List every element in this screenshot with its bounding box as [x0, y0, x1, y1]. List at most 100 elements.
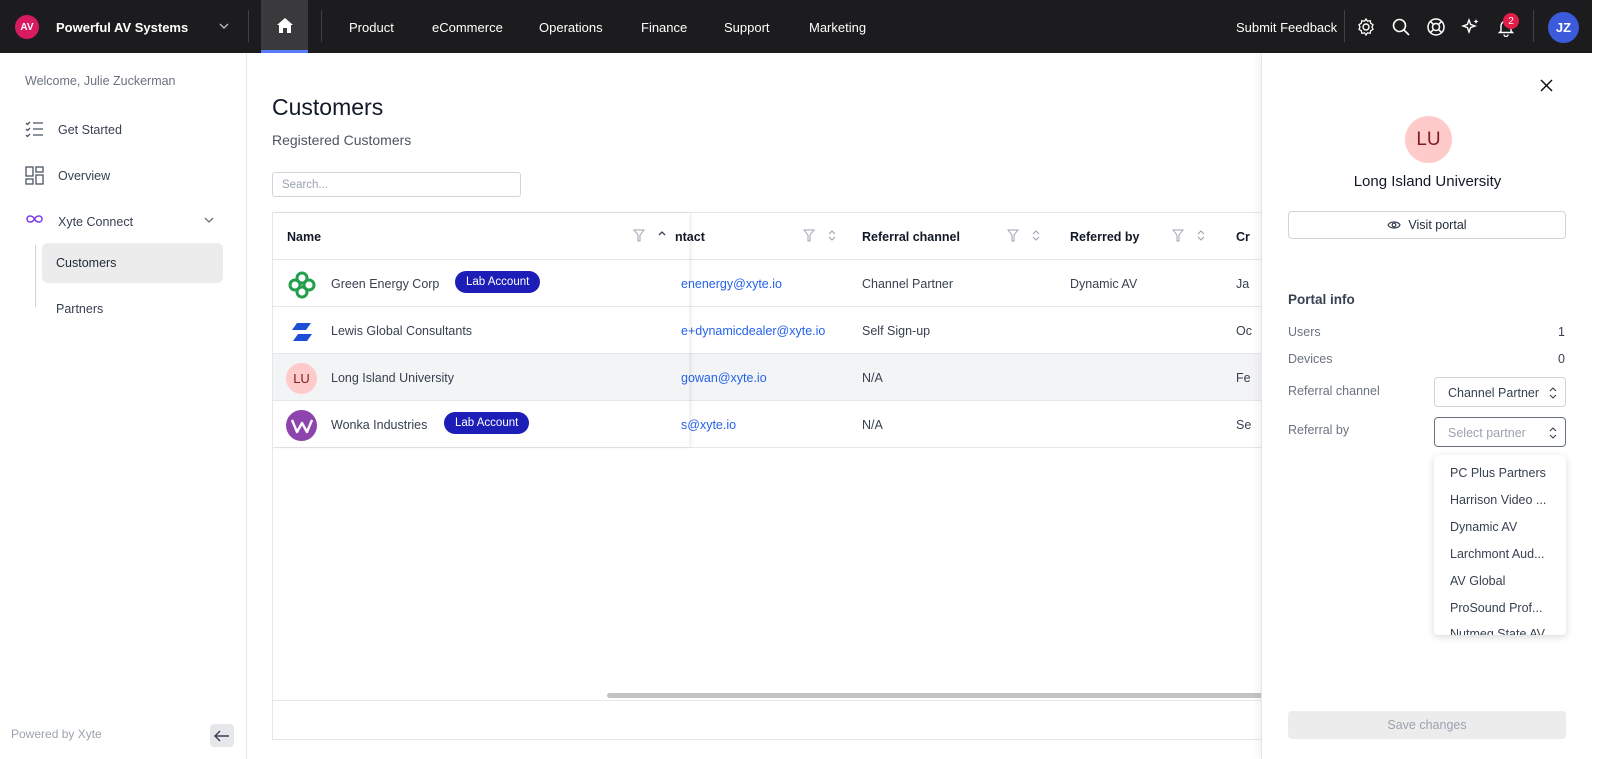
table-row[interactable]: Lewis Global Consultants e+dynamicdealer…: [273, 307, 1263, 354]
search-input[interactable]: Search...: [272, 172, 521, 197]
arrow-left-icon: [214, 730, 229, 741]
partner-option[interactable]: ProSound Prof...: [1450, 601, 1554, 615]
sidebar: Welcome, Julie Zuckerman Get Started Ove…: [0, 53, 247, 759]
filter-icon[interactable]: [1007, 229, 1019, 242]
customer-name[interactable]: Long Island University: [331, 371, 454, 385]
lab-account-badge: Lab Account: [455, 271, 541, 293]
search-icon[interactable]: [1391, 17, 1411, 37]
portal-info-heading: Portal info: [1288, 292, 1355, 307]
nav-ecommerce[interactable]: eCommerce: [432, 20, 503, 35]
page-scrollbar[interactable]: [1592, 0, 1600, 759]
filter-icon[interactable]: [803, 229, 815, 242]
collapse-sidebar-button[interactable]: [210, 724, 234, 747]
customer-name-heading: Long Island University: [1353, 173, 1502, 190]
infinity-icon: [26, 215, 43, 223]
created-date: Se: [1236, 418, 1252, 432]
table-row[interactable]: Wonka Industries Lab Account s@xyte.io N…: [273, 401, 1263, 448]
sort-icon[interactable]: [827, 229, 837, 242]
nav-operations[interactable]: Operations: [539, 20, 603, 35]
column-header-name[interactable]: Name: [287, 230, 321, 244]
sidebar-subitem-partners[interactable]: Partners: [56, 302, 103, 316]
help-lifebuoy-icon[interactable]: [1426, 17, 1446, 37]
checklist-icon: [25, 121, 43, 138]
app: AV Powerful AV Systems Product eCommerce…: [0, 0, 1600, 759]
referral-by-select[interactable]: Select partner: [1434, 417, 1566, 447]
divider: [1344, 10, 1345, 42]
referral-by-label: Referral by: [1288, 423, 1350, 437]
org-logo: AV: [15, 15, 39, 39]
home-icon: [276, 17, 293, 33]
submit-feedback-link[interactable]: Submit Feedback: [1236, 20, 1337, 35]
sort-icon[interactable]: [1196, 229, 1206, 242]
chevron-down-icon[interactable]: [203, 214, 215, 226]
created-date: Fe: [1236, 371, 1251, 385]
org-name[interactable]: Powerful AV Systems: [56, 20, 188, 35]
gear-icon[interactable]: [1356, 17, 1376, 37]
partner-option[interactable]: PC Plus Partners: [1450, 466, 1554, 480]
contact-email[interactable]: e+dynamicdealer@xyte.io: [681, 324, 825, 338]
partner-option[interactable]: Nutmeg State AV: [1450, 627, 1554, 635]
contact-email[interactable]: gowan@xyte.io: [681, 371, 767, 385]
eye-icon: [1387, 221, 1402, 229]
user-avatar[interactable]: JZ: [1548, 12, 1579, 43]
referral-channel: N/A: [862, 418, 883, 432]
sidebar-item-label: Get Started: [58, 123, 122, 137]
table-row[interactable]: Green Energy Corp Lab Account enenergy@x…: [273, 260, 1263, 307]
filter-icon[interactable]: [633, 229, 645, 242]
notification-badge: 2: [1503, 13, 1519, 29]
contact-email[interactable]: s@xyte.io: [681, 418, 736, 432]
users-label: Users: [1288, 325, 1321, 339]
sidebar-subitem-customers[interactable]: Customers: [42, 243, 223, 283]
sort-icon[interactable]: [1031, 229, 1041, 242]
referral-channel-select[interactable]: Channel Partner: [1434, 377, 1566, 407]
customer-name[interactable]: Lewis Global Consultants: [331, 324, 472, 338]
page-subtitle: Registered Customers: [272, 132, 412, 148]
partner-option[interactable]: AV Global: [1450, 574, 1554, 588]
column-header-referral-channel[interactable]: Referral channel: [862, 230, 960, 244]
customer-name[interactable]: Green Energy Corp: [331, 277, 439, 291]
welcome-text: Welcome, Julie Zuckerman: [25, 74, 176, 88]
customer-detail-panel: LU Long Island University Visit portal P…: [1261, 53, 1592, 759]
visit-portal-label: Visit portal: [1408, 218, 1467, 232]
partner-option[interactable]: Harrison Video ...: [1450, 493, 1554, 507]
sort-asc-icon[interactable]: [657, 229, 667, 241]
sidebar-item-label: Xyte Connect: [58, 215, 134, 229]
referral-channel: Channel Partner: [862, 277, 954, 291]
customer-initials-avatar: LU: [286, 363, 317, 394]
partner-option[interactable]: Dynamic AV: [1450, 520, 1554, 534]
visit-portal-button[interactable]: Visit portal: [1288, 211, 1566, 239]
devices-label: Devices: [1288, 352, 1333, 366]
column-header-referred-by[interactable]: Referred by: [1070, 230, 1139, 244]
ai-sparkle-icon[interactable]: [1461, 17, 1481, 37]
wonka-logo: [286, 410, 317, 441]
top-bar: AV Powerful AV Systems Product eCommerce…: [0, 0, 1592, 53]
devices-value: 0: [1558, 352, 1565, 366]
created-date: Oc: [1236, 324, 1252, 338]
nav-marketing[interactable]: Marketing: [809, 20, 866, 35]
contact-email[interactable]: enenergy@xyte.io: [681, 277, 782, 291]
referral-channel: N/A: [862, 371, 883, 385]
powered-by-text: Powered by Xyte: [11, 727, 102, 741]
referral-channel-value: Channel Partner: [1448, 386, 1540, 400]
table-row-selected[interactable]: LU Long Island University gowan@xyte.io …: [273, 354, 1263, 401]
column-header-created[interactable]: Cr: [1236, 230, 1250, 244]
customers-table: Name ntact Referral channel Referred by …: [272, 212, 1263, 740]
nav-support[interactable]: Support: [724, 20, 770, 35]
home-button[interactable]: [261, 0, 308, 53]
nav-product[interactable]: Product: [349, 20, 394, 35]
referral-channel: Self Sign-up: [862, 324, 931, 338]
divider: [1533, 10, 1534, 42]
horizontal-scrollbar[interactable]: [607, 693, 1263, 698]
customer-name[interactable]: Wonka Industries: [331, 418, 427, 432]
save-changes-button[interactable]: Save changes: [1288, 711, 1566, 739]
partner-option[interactable]: Larchmont Aud...: [1450, 547, 1554, 561]
filter-icon[interactable]: [1172, 229, 1184, 242]
nav-finance[interactable]: Finance: [641, 20, 687, 35]
divider: [248, 10, 249, 42]
column-header-contact[interactable]: ntact: [675, 230, 705, 244]
referral-channel-label: Referral channel: [1288, 384, 1380, 398]
chevron-down-icon[interactable]: [217, 19, 231, 33]
chevron-updown-icon: [1549, 427, 1557, 439]
referred-by: Dynamic AV: [1070, 277, 1138, 291]
close-icon[interactable]: [1540, 79, 1553, 92]
